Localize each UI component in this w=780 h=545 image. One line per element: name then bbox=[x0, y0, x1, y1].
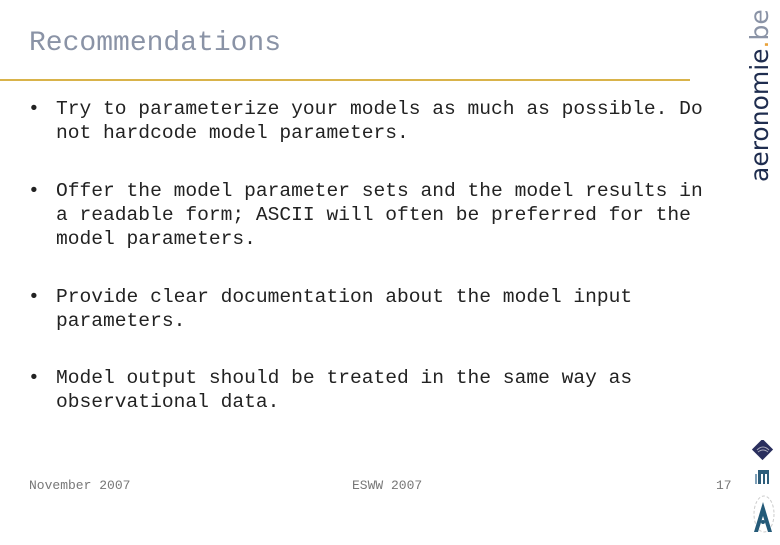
partner-icons bbox=[750, 438, 776, 545]
title-divider bbox=[0, 79, 690, 81]
bullet-text: Try to parameterize your models as much … bbox=[56, 98, 703, 144]
bullet-text: Offer the model parameter sets and the m… bbox=[56, 180, 703, 250]
slide-title: Recommendations bbox=[29, 28, 282, 59]
bullet-glyph: • bbox=[28, 98, 40, 120]
bullet-glyph: • bbox=[28, 367, 40, 389]
footer-date: November 2007 bbox=[29, 478, 131, 493]
bullet-list: • Try to parameterize your models as much… bbox=[28, 97, 728, 448]
bullet-text: Model output should be treated in the sa… bbox=[56, 367, 633, 413]
astronaut-a-icon bbox=[753, 495, 775, 533]
institute-diamond-icon bbox=[751, 438, 774, 461]
logo-dot: . bbox=[745, 40, 774, 49]
bullet-item: • Offer the model parameter sets and the … bbox=[28, 179, 728, 251]
logo-tld: be bbox=[745, 9, 774, 41]
bullet-item: • Try to parameterize your models as much… bbox=[28, 97, 728, 145]
aeronomie-logo: aeronomie.be bbox=[745, 9, 775, 182]
page-number: 17 bbox=[716, 478, 732, 493]
bullet-item: • Provide clear documentation about the m… bbox=[28, 285, 728, 333]
footer-event: ESWW 2007 bbox=[352, 478, 423, 493]
bullet-item: • Model output should be treated in the s… bbox=[28, 366, 728, 414]
bullet-text: Provide clear documentation about the mo… bbox=[56, 286, 633, 332]
bullet-glyph: • bbox=[28, 180, 40, 202]
logo-main: aeronomie bbox=[745, 48, 774, 182]
building-icon bbox=[755, 470, 769, 484]
bullet-glyph: • bbox=[28, 286, 40, 308]
